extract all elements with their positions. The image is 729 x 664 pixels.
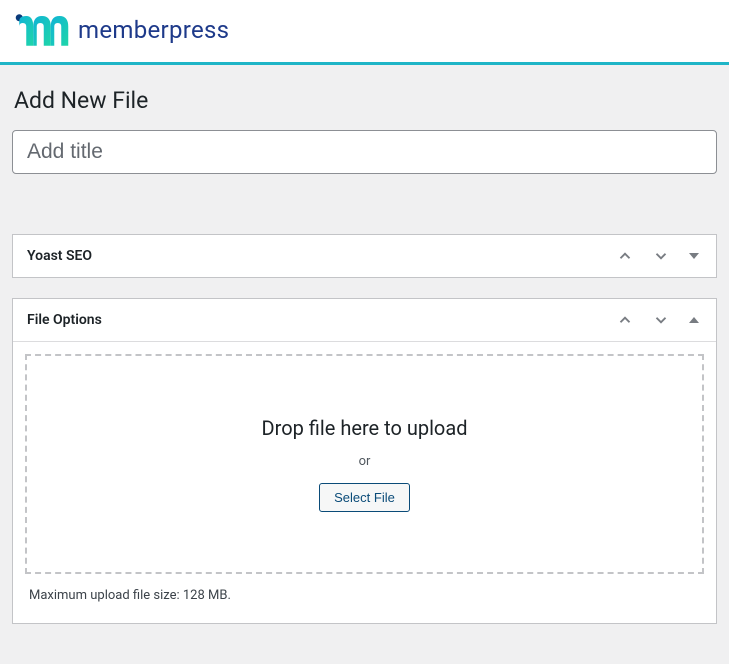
brand-name: memberpress: [78, 16, 229, 44]
yoast-seo-panel-controls: [614, 245, 702, 267]
move-up-button[interactable]: [614, 309, 636, 331]
chevron-down-icon: [652, 247, 670, 265]
upload-or-text: or: [359, 454, 371, 469]
triangle-up-icon: [688, 314, 700, 326]
file-options-panel-header[interactable]: File Options: [13, 299, 716, 342]
yoast-seo-panel-header[interactable]: Yoast SEO: [13, 235, 716, 277]
upload-drop-text: Drop file here to upload: [262, 416, 468, 440]
chevron-down-icon: [652, 311, 670, 329]
toggle-panel-button[interactable]: [686, 312, 702, 328]
move-up-button[interactable]: [614, 245, 636, 267]
upload-dropzone[interactable]: Drop file here to upload or Select File: [25, 354, 704, 574]
select-file-button[interactable]: Select File: [319, 483, 410, 512]
page-title: Add New File: [12, 87, 717, 114]
move-down-button[interactable]: [650, 309, 672, 331]
file-options-panel-body: Drop file here to upload or Select File …: [13, 342, 716, 623]
brand-header: memberpress: [0, 0, 729, 65]
file-options-panel-controls: [614, 309, 702, 331]
title-input[interactable]: [12, 130, 717, 174]
chevron-up-icon: [616, 311, 634, 329]
yoast-seo-panel: Yoast SEO: [12, 234, 717, 278]
yoast-seo-panel-title: Yoast SEO: [27, 248, 92, 264]
triangle-down-icon: [688, 250, 700, 262]
move-down-button[interactable]: [650, 245, 672, 267]
chevron-up-icon: [616, 247, 634, 265]
memberpress-logo-icon: [14, 10, 70, 50]
file-options-panel: File Options Drop file here to upload or…: [12, 298, 717, 624]
main-content: Add New File Yoast SEO File Options: [0, 65, 729, 624]
toggle-panel-button[interactable]: [686, 248, 702, 264]
max-upload-size-text: Maximum upload file size: 128 MB.: [25, 574, 704, 611]
file-options-panel-title: File Options: [27, 312, 102, 328]
